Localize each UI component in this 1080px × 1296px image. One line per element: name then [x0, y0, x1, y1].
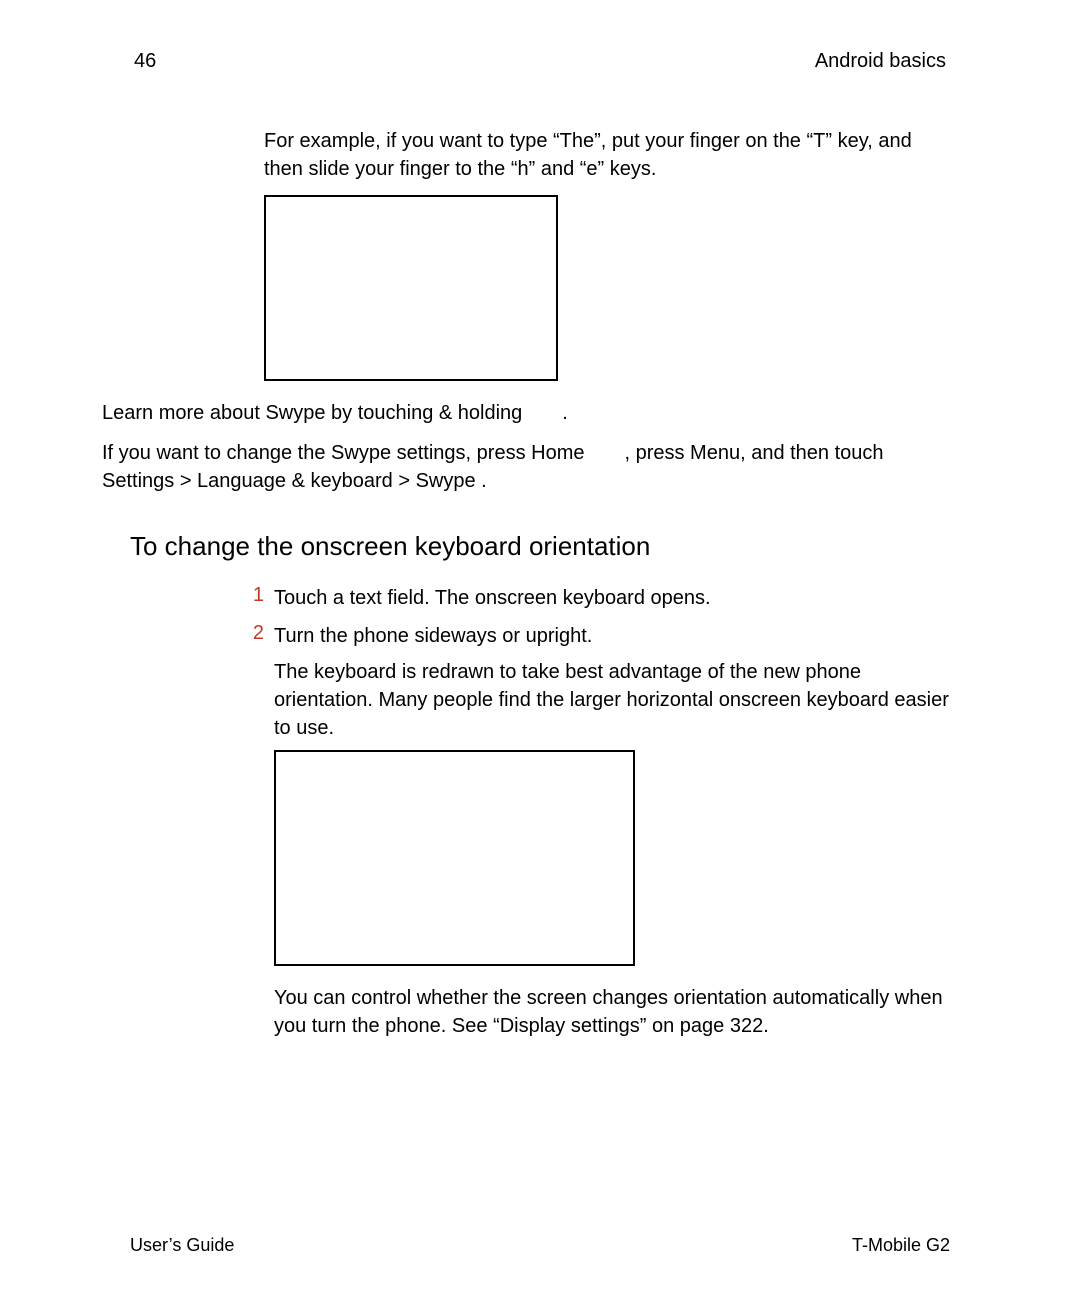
list-item: 1 Touch a text field. The onscreen keybo… — [236, 584, 950, 612]
step-number-1: 1 — [236, 584, 264, 612]
learn-more-text: Learn more about Swype by touching & hol… — [102, 399, 950, 427]
example-paragraph: For example, if you want to type “The”, … — [264, 127, 950, 183]
step-2-sub: The keyboard is redrawn to take best adv… — [274, 658, 950, 742]
settings-text-1: If you want to change the Swype settings… — [102, 442, 884, 464]
settings-path: Settings > Language & keyboard > Swype — [102, 470, 476, 492]
content-block-top: For example, if you want to type “The”, … — [264, 127, 950, 381]
page-footer: User’s Guide T-Mobile G2 — [130, 1235, 950, 1256]
page-header: 46 Android basics — [130, 50, 950, 73]
footer-left: User’s Guide — [130, 1235, 234, 1256]
ordered-list: 1 Touch a text field. The onscreen keybo… — [236, 584, 950, 1040]
section-name: Android basics — [815, 50, 946, 73]
footer-right: T-Mobile G2 — [852, 1235, 950, 1256]
settings-instruction: If you want to change the Swype settings… — [102, 439, 950, 495]
section-heading: To change the onscreen keyboard orientat… — [130, 531, 950, 562]
settings-text-end: . — [476, 470, 487, 492]
step-text-2: Turn the phone sideways or upright. The … — [274, 622, 950, 1040]
step-text-1: Touch a text field. The onscreen keyboar… — [274, 584, 950, 612]
list-item: 2 Turn the phone sideways or upright. Th… — [236, 622, 950, 1040]
steps-block: 1 Touch a text field. The onscreen keybo… — [236, 584, 950, 1040]
page-number: 46 — [134, 50, 156, 73]
document-page: 46 Android basics For example, if you wa… — [0, 0, 1080, 1296]
learn-more-block: Learn more about Swype by touching & hol… — [102, 399, 950, 495]
step-2-after: You can control whether the screen chang… — [274, 984, 950, 1040]
figure-placeholder-1 — [264, 195, 558, 381]
step-2-main: Turn the phone sideways or upright. — [274, 625, 592, 647]
figure-placeholder-2 — [274, 750, 635, 966]
step-number-2: 2 — [236, 622, 264, 1040]
